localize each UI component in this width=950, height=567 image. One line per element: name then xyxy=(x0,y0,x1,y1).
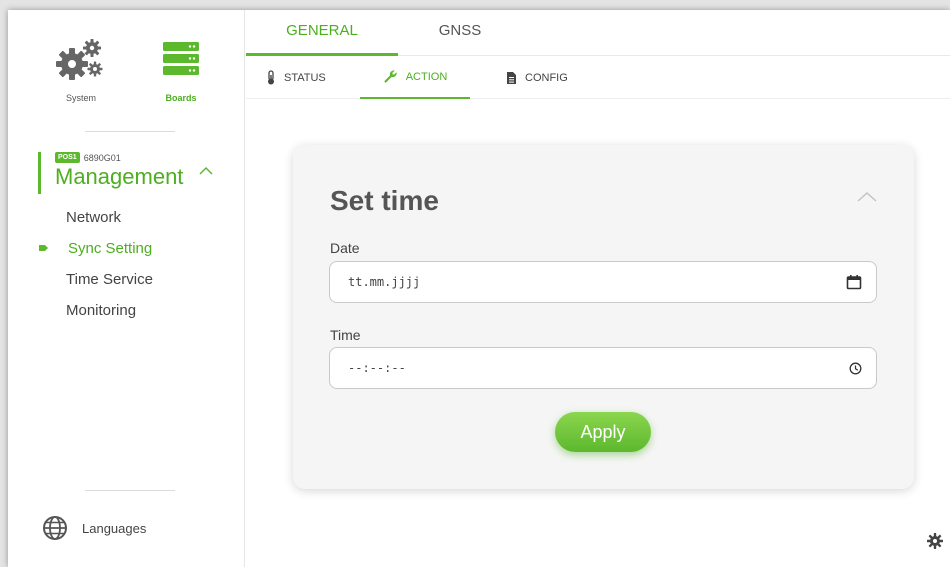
date-label: Date xyxy=(330,240,360,256)
board-badge: POS1 xyxy=(55,152,80,163)
languages-button[interactable]: Languages xyxy=(42,515,146,541)
sidebar-item-label: Time Service xyxy=(66,271,153,288)
sidebar-item-monitoring[interactable]: Monitoring xyxy=(8,295,245,326)
active-marker-icon xyxy=(39,245,48,251)
system-button[interactable]: System xyxy=(46,38,116,103)
sidebar-item-network[interactable]: Network xyxy=(8,202,245,233)
sidebar-top-icons: System Boards xyxy=(8,10,245,120)
settings-gear-icon[interactable] xyxy=(926,532,944,550)
primary-tabs: GENERAL GNSS xyxy=(246,10,950,56)
chevron-up-icon[interactable] xyxy=(856,191,878,203)
thermometer-icon xyxy=(268,70,274,85)
sidebar-item-label: Sync Setting xyxy=(68,240,153,257)
tab-label: STATUS xyxy=(284,71,326,84)
sidebar-menu: Network Sync Setting Time Service Monito… xyxy=(8,202,245,326)
boards-button[interactable]: Boards xyxy=(146,38,216,103)
system-label: System xyxy=(65,93,96,103)
tab-config[interactable]: CONFIG xyxy=(506,56,596,99)
sidebar-item-label: Network xyxy=(66,209,122,226)
main-content: GENERAL GNSS STATUS ACTION CONFIG Set ti… xyxy=(246,10,950,567)
tab-label: ACTION xyxy=(405,70,448,83)
sidebar-item-time-service[interactable]: Time Service xyxy=(8,264,245,295)
app-window: System Boards POS1 6890G01 Management Ne… xyxy=(8,10,950,567)
date-input[interactable]: tt.mm.jjjj xyxy=(329,261,877,303)
tab-general[interactable]: GENERAL xyxy=(246,10,398,56)
sidebar-divider-bottom xyxy=(85,490,175,491)
server-stack-icon xyxy=(163,42,199,75)
tab-label: GNSS xyxy=(438,22,482,39)
card-title: Set time xyxy=(330,185,439,216)
sidebar: System Boards POS1 6890G01 Management Ne… xyxy=(8,10,245,567)
gears-icon xyxy=(56,39,103,80)
sidebar-item-sync-setting[interactable]: Sync Setting xyxy=(8,233,245,264)
tab-status[interactable]: STATUS xyxy=(266,56,346,99)
boards-label: Boards xyxy=(165,93,197,103)
time-label: Time xyxy=(330,327,361,343)
languages-label: Languages xyxy=(82,520,147,536)
globe-icon xyxy=(43,516,67,540)
document-icon xyxy=(507,71,516,84)
secondary-tabs: STATUS ACTION CONFIG xyxy=(246,56,950,99)
calendar-icon[interactable] xyxy=(846,274,862,290)
time-input[interactable]: --:--:-- xyxy=(329,347,877,389)
clock-icon[interactable] xyxy=(849,362,862,375)
set-time-card: Set time Date tt.mm.jjjj Time --:--:-- A… xyxy=(293,145,914,489)
tab-action[interactable]: ACTION xyxy=(360,56,470,99)
wrench-icon xyxy=(384,70,397,83)
board-id: 6890G01 xyxy=(83,152,121,163)
sidebar-divider-top xyxy=(85,131,175,132)
tab-gnss[interactable]: GNSS xyxy=(384,10,536,56)
time-input-value: --:--:-- xyxy=(348,361,406,375)
chevron-up-icon[interactable] xyxy=(198,166,214,176)
apply-button[interactable]: Apply xyxy=(555,412,651,452)
tab-label: GENERAL xyxy=(286,22,358,39)
tab-label: CONFIG xyxy=(525,71,568,84)
sidebar-item-label: Monitoring xyxy=(66,302,137,319)
date-input-value: tt.mm.jjjj xyxy=(348,275,421,289)
